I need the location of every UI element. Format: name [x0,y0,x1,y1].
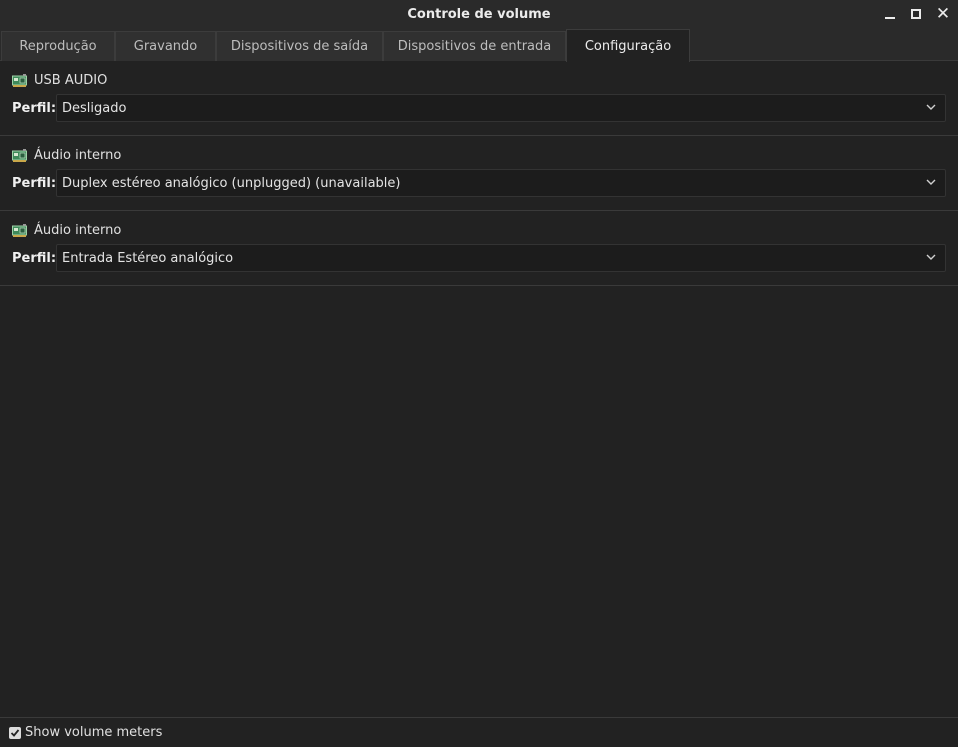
profile-select[interactable]: Duplex estéreo analógico (unplugged) (un… [56,169,946,197]
show-meters-label[interactable]: Show volume meters [25,725,162,740]
tab-bar: Reprodução Gravando Dispositivos de saíd… [0,28,958,62]
chevron-down-icon [926,179,936,185]
sound-card-icon [12,148,27,162]
profile-value: Desligado [62,100,127,116]
volume-control-window: Controle de volume ✕ Reprodução Gravando… [0,0,958,747]
card-section: Áudio interno Perfil: Entrada Estéreo an… [0,211,958,286]
checkmark-icon [10,728,20,737]
title-bar[interactable]: Controle de volume ✕ [0,0,958,28]
profile-label: Perfil: [12,101,57,116]
profile-value: Entrada Estéreo analógico [62,250,234,266]
profile-select[interactable]: Desligado [56,94,946,122]
card-header: Áudio interno [12,222,121,238]
footer-bar: Show volume meters [0,717,958,747]
profile-select[interactable]: Entrada Estéreo analógico [56,244,946,272]
minimize-icon[interactable] [879,4,901,24]
card-name: USB AUDIO [34,72,108,88]
tab-input-devices[interactable]: Dispositivos de entrada [383,31,566,61]
sound-card-icon [12,73,27,87]
show-meters-checkbox[interactable] [9,726,21,739]
card-name: Áudio interno [34,222,122,238]
card-section: USB AUDIO Perfil: Desligado [0,61,958,136]
sound-card-icon [12,223,27,237]
profile-label: Perfil: [12,176,57,191]
window-title: Controle de volume [407,6,551,22]
tab-output-devices[interactable]: Dispositivos de saída [216,31,383,61]
profile-label: Perfil: [12,251,57,266]
tab-recording[interactable]: Gravando [115,31,216,61]
profile-value: Duplex estéreo analógico (unplugged) (un… [62,175,401,191]
chevron-down-icon [926,104,936,110]
tab-playback[interactable]: Reprodução [1,31,115,61]
close-icon[interactable]: ✕ [932,4,954,24]
maximize-icon[interactable] [905,4,927,24]
tab-configuration[interactable]: Configuração [566,29,690,62]
chevron-down-icon [926,254,936,260]
card-name: Áudio interno [34,147,122,163]
card-header: USB AUDIO [12,72,107,88]
card-section: Áudio interno Perfil: Duplex estéreo ana… [0,136,958,211]
card-header: Áudio interno [12,147,121,163]
